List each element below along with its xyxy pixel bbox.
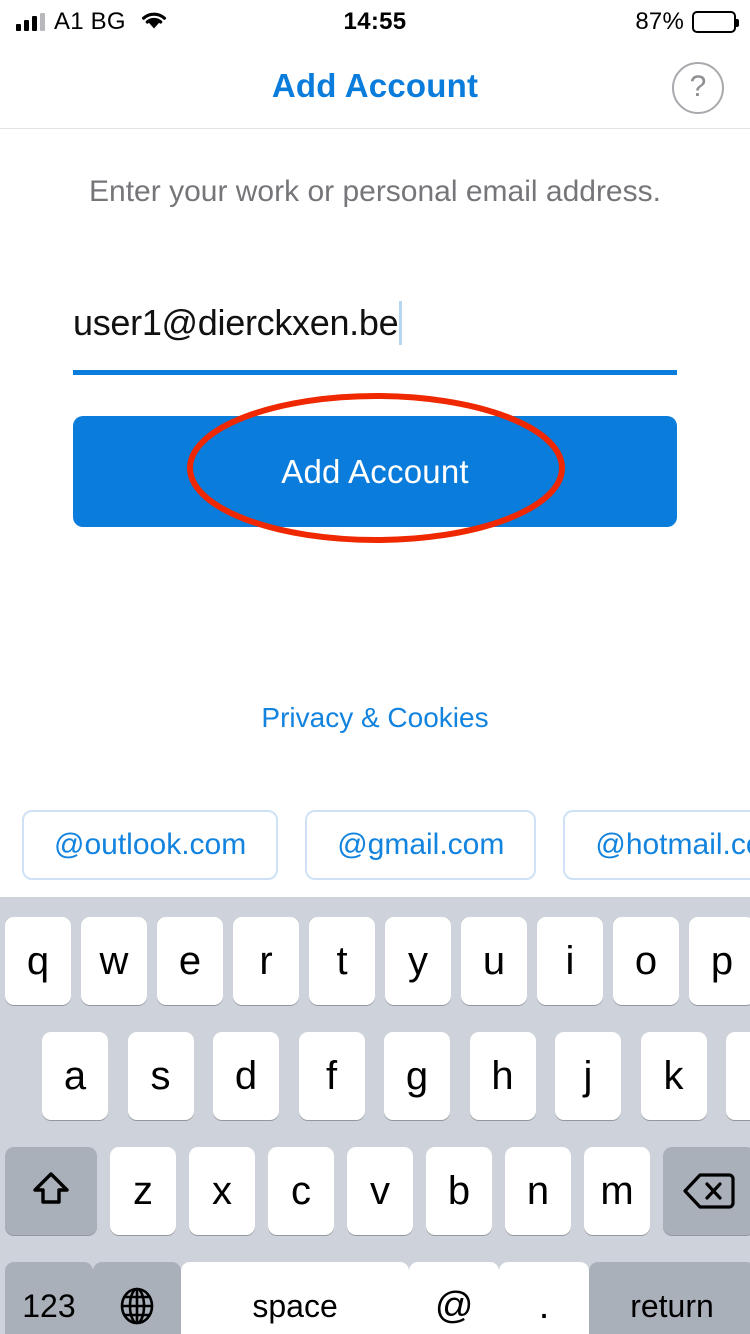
key-label: p [710, 938, 734, 983]
add-account-button[interactable]: Add Account [73, 416, 677, 527]
key-u[interactable]: u [461, 917, 527, 1005]
domain-chip-gmail[interactable]: @gmail.com [305, 810, 537, 880]
key-c[interactable]: c [268, 1147, 334, 1235]
key-f[interactable]: f [298, 1032, 365, 1120]
return-key[interactable]: return [588, 1262, 750, 1334]
shift-key[interactable] [5, 1147, 97, 1235]
key-q[interactable]: q [5, 917, 71, 1005]
key-label: s [150, 1053, 171, 1098]
keyboard-row-1: q w e r t y u i o p [0, 912, 750, 1010]
email-input[interactable]: user1@dierckxen.be [73, 296, 677, 350]
key-r[interactable]: r [233, 917, 299, 1005]
key-label: y [408, 938, 428, 983]
keyboard-row-3: z x c v b n m [0, 1142, 750, 1240]
key-i[interactable]: i [537, 917, 603, 1005]
key-label: return [630, 1287, 714, 1324]
globe-icon [115, 1284, 159, 1328]
key-s[interactable]: s [127, 1032, 194, 1120]
key-label: space [252, 1287, 338, 1324]
key-label: z [133, 1168, 153, 1213]
navigation-bar: Add Account ? [0, 44, 750, 129]
key-label: o [634, 938, 658, 983]
key-label: @ [434, 1284, 474, 1327]
key-label: n [526, 1168, 550, 1213]
key-label: a [63, 1053, 87, 1098]
key-z[interactable]: z [110, 1147, 176, 1235]
privacy-cookies-link[interactable]: Privacy & Cookies [0, 702, 750, 734]
numbers-key[interactable]: 123 [5, 1262, 93, 1334]
key-a[interactable]: a [42, 1032, 108, 1120]
key-t[interactable]: t [309, 917, 375, 1005]
backspace-key[interactable] [663, 1147, 750, 1235]
add-account-button-label: Add Account [281, 452, 469, 490]
key-label: v [370, 1168, 390, 1213]
key-y[interactable]: y [385, 917, 451, 1005]
globe-key[interactable] [92, 1262, 181, 1334]
key-b[interactable]: b [426, 1147, 492, 1235]
key-label: x [212, 1168, 232, 1213]
battery-percent-label: 87% [635, 8, 684, 35]
domain-chip-outlook[interactable]: @outlook.com [22, 810, 279, 880]
help-icon[interactable]: ? [672, 62, 724, 114]
battery-icon [692, 11, 739, 33]
email-input-value: user1@dierckxen.be [73, 302, 399, 343]
app-screen: A1 BG 14:55 87% Add Account ? Enter your… [0, 0, 750, 1334]
keyboard-row-2: a s d f g h j k l [0, 1027, 750, 1125]
at-key[interactable]: @ [409, 1262, 500, 1334]
domain-suggestions: @outlook.com @gmail.com @hotmail.com [22, 810, 750, 880]
help-icon-glyph: ? [689, 70, 707, 103]
key-label: m [600, 1168, 634, 1213]
status-bar: A1 BG 14:55 87% [0, 0, 750, 44]
key-p[interactable]: p [689, 917, 750, 1005]
key-e[interactable]: e [157, 917, 223, 1005]
key-m[interactable]: m [584, 1147, 650, 1235]
key-label: r [259, 938, 273, 983]
email-field-underline [73, 370, 677, 375]
key-l[interactable]: l [726, 1032, 750, 1120]
key-k[interactable]: k [640, 1032, 707, 1120]
key-label: b [447, 1168, 471, 1213]
key-label: k [663, 1053, 684, 1098]
key-v[interactable]: v [347, 1147, 413, 1235]
key-j[interactable]: j [555, 1032, 621, 1120]
domain-chip-label: @hotmail.com [595, 828, 750, 861]
key-n[interactable]: n [505, 1147, 571, 1235]
shift-arrow-icon [28, 1168, 74, 1214]
domain-chip-label: @outlook.com [54, 828, 247, 861]
key-label: u [482, 938, 506, 983]
key-label: d [234, 1053, 258, 1098]
key-label: i [565, 938, 575, 983]
page-title: Add Account [271, 67, 479, 104]
key-label: h [491, 1053, 514, 1098]
key-x[interactable]: x [189, 1147, 255, 1235]
key-label: f [325, 1053, 338, 1098]
key-label: g [405, 1053, 429, 1098]
key-o[interactable]: o [613, 917, 679, 1005]
domain-chip-hotmail[interactable]: @hotmail.com [563, 810, 750, 880]
key-g[interactable]: g [384, 1032, 450, 1120]
domain-chip-label: @gmail.com [337, 828, 505, 861]
space-key[interactable]: space [180, 1262, 410, 1334]
key-label: e [178, 938, 202, 983]
status-bar-right: 87% [635, 8, 739, 36]
key-w[interactable]: w [81, 917, 147, 1005]
key-label: t [336, 938, 348, 983]
key-label: 123 [22, 1287, 76, 1324]
keyboard-row-4: 123 space @ . return [0, 1257, 750, 1334]
onscreen-keyboard: q w e r t y u i o p a s d f g h j k l [0, 897, 750, 1334]
instructions-text: Enter your work or personal email addres… [89, 175, 661, 208]
backspace-icon [682, 1171, 736, 1211]
text-cursor [399, 301, 403, 345]
email-field[interactable]: user1@dierckxen.be [73, 296, 677, 375]
key-label: q [26, 938, 50, 983]
key-label: . [538, 1284, 550, 1327]
key-d[interactable]: d [213, 1032, 279, 1120]
key-label: j [583, 1053, 593, 1098]
key-label: c [291, 1168, 311, 1213]
period-key[interactable]: . [499, 1262, 589, 1334]
key-label: w [99, 938, 129, 983]
key-h[interactable]: h [469, 1032, 536, 1120]
